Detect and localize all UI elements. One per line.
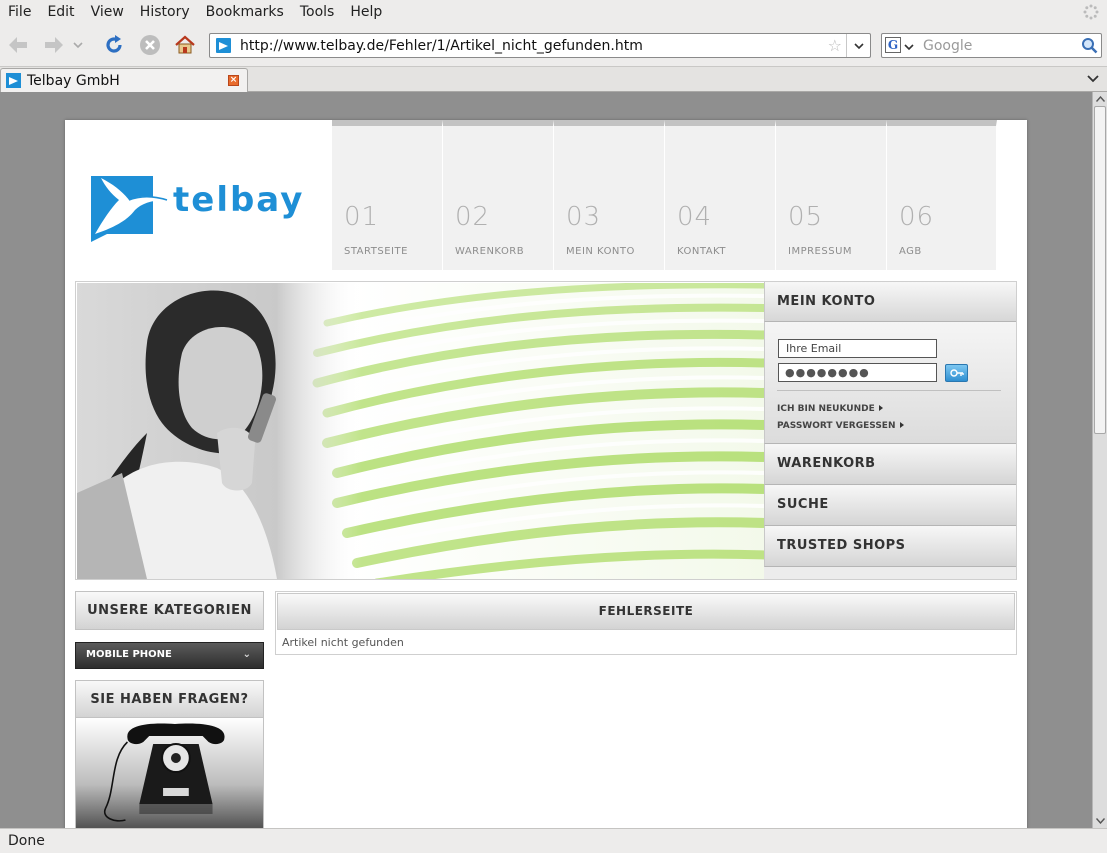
menu-edit[interactable]: Edit <box>39 4 82 20</box>
new-customer-link[interactable]: ICH BIN NEUKUNDE <box>777 404 883 414</box>
double-chevron-down-icon: ⌄ <box>242 649 251 660</box>
content-box: FEHLERSEITE Artikel nicht gefunden <box>275 591 1017 655</box>
menu-bookmarks[interactable]: Bookmarks <box>198 4 292 20</box>
history-dropdown-button[interactable] <box>70 32 86 58</box>
search-input[interactable]: Google <box>923 38 972 54</box>
list-all-tabs-button[interactable] <box>1087 72 1099 87</box>
password-field[interactable]: ●●●●●●●● <box>778 363 937 382</box>
forgot-password-label: PASSWORT VERGESSEN <box>777 421 896 431</box>
banner-woman-phone-image <box>77 283 765 579</box>
new-customer-label: ICH BIN NEUKUNDE <box>777 404 875 414</box>
side-item-suche[interactable]: SUCHE <box>764 485 1016 526</box>
reload-button[interactable] <box>101 32 127 58</box>
mein-konto-header: MEIN KONTO <box>764 282 1016 322</box>
login-button[interactable] <box>945 364 968 382</box>
back-arrow-icon <box>9 37 27 53</box>
nav-label: KONTAKT <box>677 246 726 257</box>
nav-label: STARTSEITE <box>344 246 408 257</box>
chevron-down-icon <box>1087 75 1099 83</box>
url-dropdown-button[interactable] <box>846 34 870 57</box>
error-page-title: FEHLERSEITE <box>277 593 1015 630</box>
menu-help[interactable]: Help <box>342 4 390 20</box>
error-message: Artikel nicht gefunden <box>282 636 404 649</box>
arrow-right-icon <box>878 405 883 411</box>
questions-header: SIE HABEN FRAGEN? <box>75 680 264 718</box>
stop-icon <box>140 35 160 55</box>
google-engine-icon[interactable]: G <box>885 37 901 53</box>
home-icon <box>175 35 195 54</box>
chevron-down-icon <box>73 42 83 49</box>
nav-startseite[interactable]: 01 STARTSEITE <box>332 120 443 270</box>
forward-arrow-icon <box>45 37 63 53</box>
reload-icon <box>106 35 122 53</box>
nav-mein-konto[interactable]: 03 MEIN KONTO <box>554 120 665 270</box>
nav-number: 05 <box>788 202 824 232</box>
left-sidebar: UNSERE KATEGORIEN MOBILE PHONE ⌄ SIE HAB… <box>75 591 264 828</box>
close-tab-icon[interactable]: × <box>228 75 239 86</box>
status-text: Done <box>8 833 45 849</box>
status-bar: Done <box>0 828 1107 853</box>
nav-number: 03 <box>566 202 602 232</box>
nav-impressum[interactable]: 05 IMPRESSUM <box>776 120 887 270</box>
vertical-scrollbar[interactable] <box>1092 92 1107 828</box>
nav-label: MEIN KONTO <box>566 246 635 257</box>
scroll-up-icon[interactable] <box>1096 96 1105 102</box>
page-viewport: telbay 01 STARTSEITE 02 WARENKORB 03 MEI… <box>0 92 1092 828</box>
telephone-image <box>75 718 264 828</box>
questions-box: SIE HABEN FRAGEN? <box>75 680 264 828</box>
menu-file[interactable]: File <box>0 4 39 20</box>
logo-wordmark[interactable]: telbay <box>173 180 304 220</box>
nav-number: 06 <box>899 202 935 232</box>
throbber-icon <box>1083 4 1099 20</box>
hero-banner: MEIN KONTO Ihre Email ●●●●●●●● ICH BIN N… <box>75 281 1017 580</box>
stop-button[interactable] <box>137 32 163 58</box>
forgot-password-link[interactable]: PASSWORT VERGESSEN <box>777 421 904 431</box>
tab-bar: Telbay GmbH × <box>0 66 1107 93</box>
forward-button[interactable] <box>41 32 67 58</box>
url-bar[interactable]: http://www.telbay.de/Fehler/1/Artikel_ni… <box>209 33 871 58</box>
category-selected-value: MOBILE PHONE <box>86 649 172 660</box>
nav-number: 01 <box>344 202 380 232</box>
main-navigation: 01 STARTSEITE 02 WARENKORB 03 MEIN KONTO… <box>332 120 997 270</box>
scrollbar-thumb[interactable] <box>1094 106 1106 434</box>
menu-tools[interactable]: Tools <box>292 4 343 20</box>
nav-number: 02 <box>455 202 491 232</box>
site-favicon-icon <box>6 73 21 88</box>
nav-number: 04 <box>677 202 713 232</box>
tab-title: Telbay GmbH <box>27 73 120 89</box>
nav-warenkorb[interactable]: 02 WARENKORB <box>443 120 554 270</box>
nav-label: IMPRESSUM <box>788 246 853 257</box>
category-select[interactable]: MOBILE PHONE ⌄ <box>75 642 264 669</box>
search-icon[interactable] <box>1081 37 1098 58</box>
site-favicon-icon <box>216 38 231 53</box>
navigation-toolbar: http://www.telbay.de/Fehler/1/Artikel_ni… <box>0 24 1107 66</box>
categories-header: UNSERE KATEGORIEN <box>75 591 264 630</box>
divider <box>777 390 1001 391</box>
login-form: Ihre Email ●●●●●●●● ICH BIN NEUKUNDE PAS… <box>764 322 1016 444</box>
email-field[interactable]: Ihre Email <box>778 339 937 358</box>
side-item-trusted-shops[interactable]: TRUSTED SHOPS <box>764 526 1016 567</box>
arrow-right-icon <box>899 422 904 428</box>
tab-telbay[interactable]: Telbay GmbH × <box>0 68 248 93</box>
web-page: telbay 01 STARTSEITE 02 WARENKORB 03 MEI… <box>65 120 1027 828</box>
account-panel: MEIN KONTO Ihre Email ●●●●●●●● ICH BIN N… <box>764 282 1016 579</box>
scroll-down-icon[interactable] <box>1096 818 1105 824</box>
bookmark-star-icon[interactable]: ☆ <box>828 36 842 55</box>
menu-view[interactable]: View <box>83 4 132 20</box>
nav-label: AGB <box>899 246 922 257</box>
nav-agb[interactable]: 06 AGB <box>887 120 997 270</box>
menu-bar: File Edit View History Bookmarks Tools H… <box>0 0 1107 24</box>
home-button[interactable] <box>172 32 198 58</box>
url-text[interactable]: http://www.telbay.de/Fehler/1/Artikel_ni… <box>240 38 643 54</box>
chevron-down-icon <box>853 42 864 49</box>
side-item-warenkorb[interactable]: WARENKORB <box>764 444 1016 485</box>
search-bar[interactable]: G Google <box>881 33 1102 58</box>
back-button[interactable] <box>5 32 31 58</box>
nav-kontakt[interactable]: 04 KONTAKT <box>665 120 776 270</box>
nav-label: WARENKORB <box>455 246 525 257</box>
key-icon <box>949 369 964 377</box>
engine-dropdown-icon[interactable] <box>904 40 914 55</box>
menu-history[interactable]: History <box>132 4 198 20</box>
